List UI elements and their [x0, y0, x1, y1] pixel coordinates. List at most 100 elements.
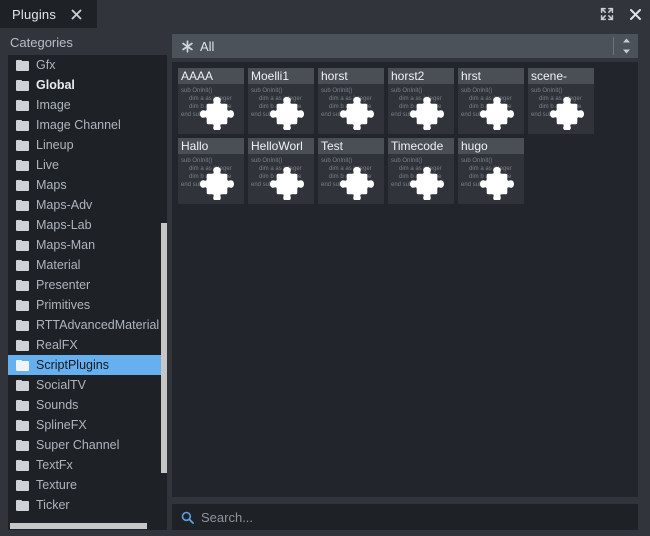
sidebar-item-realfx[interactable]: RealFX — [8, 335, 161, 355]
plugin-tile[interactable]: Moelli1 sub OnInit() dim a as integer dim b… — [248, 68, 314, 134]
puzzle-piece-icon — [480, 166, 514, 201]
sidebar-item-label: Material — [36, 258, 81, 272]
sidebar-item-lineup[interactable]: Lineup — [8, 135, 161, 155]
sidebar-item-textfx[interactable]: TextFx — [8, 455, 161, 475]
sidebar-item-scriptplugins[interactable]: ScriptPlugins — [8, 355, 161, 375]
plugin-tile-header: Hallo — [178, 138, 244, 154]
plugin-tile[interactable]: horstsub OnInit()dim a as integerdim b a… — [318, 68, 384, 134]
sidebar-vertical-scrollbar-thumb[interactable] — [161, 223, 167, 473]
plugin-tile[interactable]: Hallosub OnInit()dim a as integerdim b a… — [178, 138, 244, 204]
plugin-tile-header: HelloWorl — [248, 138, 314, 154]
folder-icon — [16, 399, 29, 411]
plugin-tile[interactable]: hrstsub OnInit()dim a as integerdim b as… — [458, 68, 524, 134]
folder-icon — [16, 259, 29, 271]
sidebar-item-sounds[interactable]: Sounds — [8, 395, 161, 415]
sidebar-item-maps-man[interactable]: Maps-Man — [8, 235, 161, 255]
plugin-name: Test — [321, 139, 344, 153]
plugin-tile-preview: sub OnInit()dim a as integerdim b as dou… — [388, 84, 454, 134]
title-bar: Plugins — [0, 0, 650, 28]
spinner-up-down-icon[interactable] — [620, 38, 632, 54]
puzzle-piece-icon — [340, 96, 374, 131]
code-line: sub OnInit() — [181, 158, 213, 164]
folder-icon — [16, 499, 29, 511]
plugin-tile-preview: sub OnInit()dim a as integerdim b as dou… — [318, 84, 384, 134]
plugin-name: Hallo — [181, 139, 209, 153]
folder-icon — [16, 479, 29, 491]
sidebar-item-label: Maps — [36, 178, 67, 192]
categories-sidebar: Categories Gfx Global Image Image Channel Li… — [0, 28, 167, 536]
window-close-icon[interactable] — [626, 5, 644, 23]
plugin-tile[interactable]: hugosub OnInit()dim a as integerdim b as… — [458, 138, 524, 204]
code-line: sub OnInit() — [461, 158, 493, 164]
search-bar[interactable]: Search... — [172, 504, 638, 530]
plugin-tile-header: hrst — [458, 68, 524, 84]
sidebar-item-global[interactable]: Global — [8, 75, 161, 95]
plugin-tile[interactable]: horst2 sub OnInit() dim a as integer dim b … — [388, 68, 454, 134]
plugin-tile-header: scene- — [528, 68, 594, 84]
sidebar-item-label: Maps-Adv — [36, 198, 93, 212]
sidebar-item-splinefx[interactable]: SplineFX — [8, 415, 161, 435]
expand-icon[interactable] — [598, 5, 616, 23]
sidebar-horizontal-scrollbar-track[interactable] — [8, 522, 161, 530]
plugin-tile-preview: sub OnInit()dim a as integerdim b as dou… — [178, 84, 244, 134]
plugin-name: AAAA — [181, 69, 214, 83]
code-line: sub OnInit() — [531, 88, 563, 94]
plugin-tile-preview: sub OnInit()dim a as integerdim b as dou… — [528, 84, 594, 134]
code-line: sub OnInit() — [321, 88, 353, 94]
folder-icon — [16, 239, 29, 251]
folder-icon — [16, 339, 29, 351]
folder-icon — [16, 279, 29, 291]
sidebar-item-maps[interactable]: Maps — [8, 175, 161, 195]
plugin-tile[interactable]: Testsub OnInit()dim a as integerdim b as… — [318, 138, 384, 204]
plugin-tile[interactable]: scene-sub OnInit() dim a as integer dim b … — [528, 68, 594, 134]
search-icon — [180, 510, 194, 524]
window-controls — [598, 5, 644, 23]
sidebar-item-image-channel[interactable]: Image Channel — [8, 115, 161, 135]
code-line: sub OnInit() — [251, 158, 283, 164]
sidebar-item-label: RealFX — [36, 338, 78, 352]
sidebar-item-label: Texture — [36, 478, 77, 492]
code-line: sub OnInit() — [251, 88, 283, 94]
folder-icon — [16, 419, 29, 431]
puzzle-piece-icon — [410, 96, 444, 131]
sidebar-item-presenter[interactable]: Presenter — [8, 275, 161, 295]
plugins-panel: All AAAA sub OnInit() dim a as integer dim … — [172, 28, 646, 536]
plugin-tile[interactable]: HelloWorl sub OnInit() dim a as integer dim… — [248, 138, 314, 204]
sidebar-item-rttadvancedmaterial[interactable]: RTTAdvancedMaterial — [8, 315, 161, 335]
plugin-name: HelloWorl — [251, 139, 303, 153]
sidebar-item-live[interactable]: Live — [8, 155, 161, 175]
plugin-tile[interactable]: AAAAsub OnInit()dim a as integerdim b as… — [178, 68, 244, 134]
sidebar-item-label: Image — [36, 98, 71, 112]
sidebar-item-maps-lab[interactable]: Maps-Lab — [8, 215, 161, 235]
filter-dropdown[interactable]: All — [172, 34, 638, 58]
folder-icon — [16, 359, 29, 371]
sidebar-item-socialtv[interactable]: SocialTV — [8, 375, 161, 395]
sidebar-item-label: SocialTV — [36, 378, 87, 392]
sidebar-horizontal-scrollbar-thumb[interactable] — [10, 523, 147, 529]
sidebar-item-primitives[interactable]: Primitives — [8, 295, 161, 315]
plugin-tile-preview: sub OnInit()dim a as integerdim b as dou… — [458, 84, 524, 134]
sidebar-item-label: Image Channel — [36, 118, 121, 132]
categories-list: Gfx Global Image Image Channel Lineup Live Map… — [8, 55, 167, 530]
sidebar-item-image[interactable]: Image — [8, 95, 161, 115]
tab-close-icon[interactable] — [69, 7, 83, 21]
plugin-tile-header: AAAA — [178, 68, 244, 84]
sidebar-vertical-scrollbar-track[interactable] — [161, 55, 167, 522]
sidebar-item-label: TextFx — [36, 458, 73, 472]
plugin-name: horst2 — [391, 69, 425, 83]
filter-value: All — [200, 38, 215, 54]
plugin-tile[interactable]: Timecode sub OnInit() dim a as integer dim … — [388, 138, 454, 204]
sidebar-item-texture[interactable]: Texture — [8, 475, 161, 495]
sidebar-item-super-channel[interactable]: Super Channel — [8, 435, 161, 455]
sidebar-item-maps-adv[interactable]: Maps-Adv — [8, 195, 161, 215]
folder-icon — [16, 379, 29, 391]
sidebar-item-label: Maps-Lab — [36, 218, 92, 232]
sidebar-item-label: SplineFX — [36, 418, 87, 432]
sidebar-item-material[interactable]: Material — [8, 255, 161, 275]
puzzle-piece-icon — [410, 166, 444, 201]
sidebar-item-label: Super Channel — [36, 438, 120, 452]
sidebar-item-gfx[interactable]: Gfx — [8, 55, 161, 75]
folder-icon — [16, 79, 29, 91]
sidebar-item-ticker[interactable]: Ticker — [8, 495, 161, 515]
code-line: sub OnInit() — [181, 88, 213, 94]
